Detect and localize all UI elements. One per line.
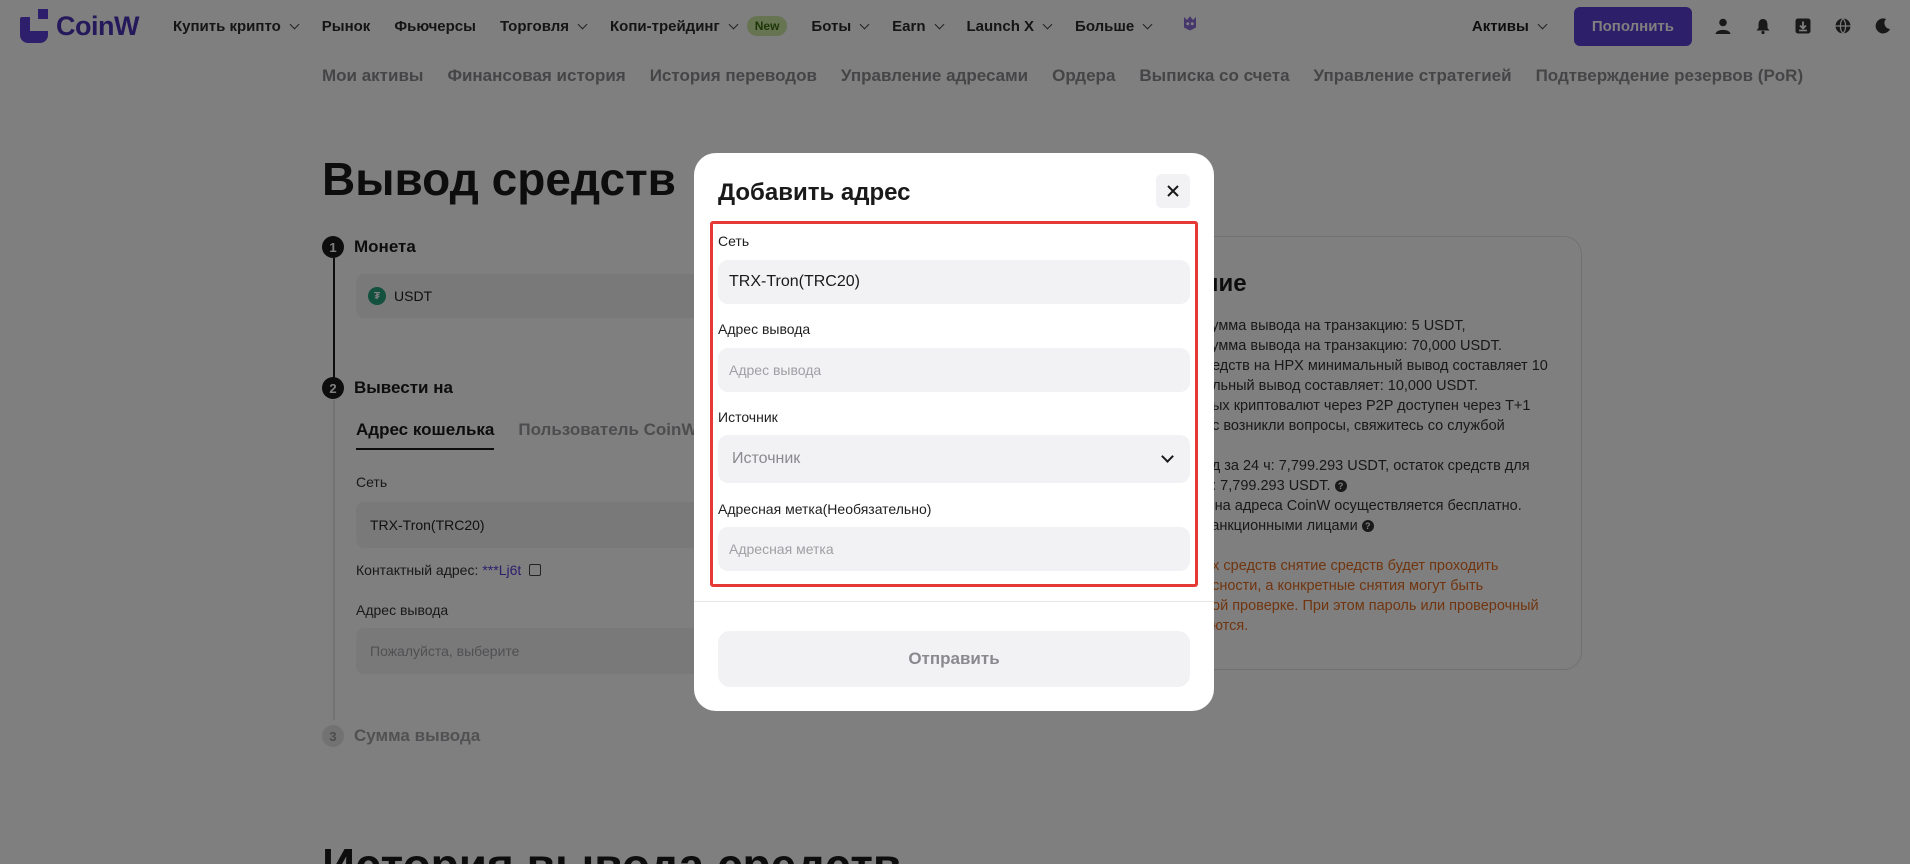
withdraw-address-label: Адрес вывода: [718, 321, 811, 337]
close-button[interactable]: [1156, 174, 1190, 208]
network-field[interactable]: TRX-Tron(TRC20): [718, 260, 1190, 304]
submit-button[interactable]: Отправить: [718, 631, 1190, 687]
source-label: Источник: [718, 409, 778, 425]
network-label: Сеть: [718, 233, 750, 249]
address-tag-input[interactable]: Адресная метка: [718, 527, 1190, 571]
modal-divider: [694, 601, 1214, 602]
address-tag-label: Адресная метка(Необязательно): [718, 501, 932, 517]
withdraw-address-input[interactable]: Адрес вывода: [718, 348, 1190, 392]
chevron-down-icon: [1161, 450, 1174, 463]
source-placeholder: Источник: [732, 450, 801, 467]
source-select[interactable]: Источник: [718, 435, 1190, 483]
add-address-modal: Добавить адрес Сеть TRX-Tron(TRC20) Адре…: [694, 153, 1214, 711]
modal-title: Добавить адрес: [718, 179, 911, 206]
close-icon: [1167, 185, 1179, 197]
